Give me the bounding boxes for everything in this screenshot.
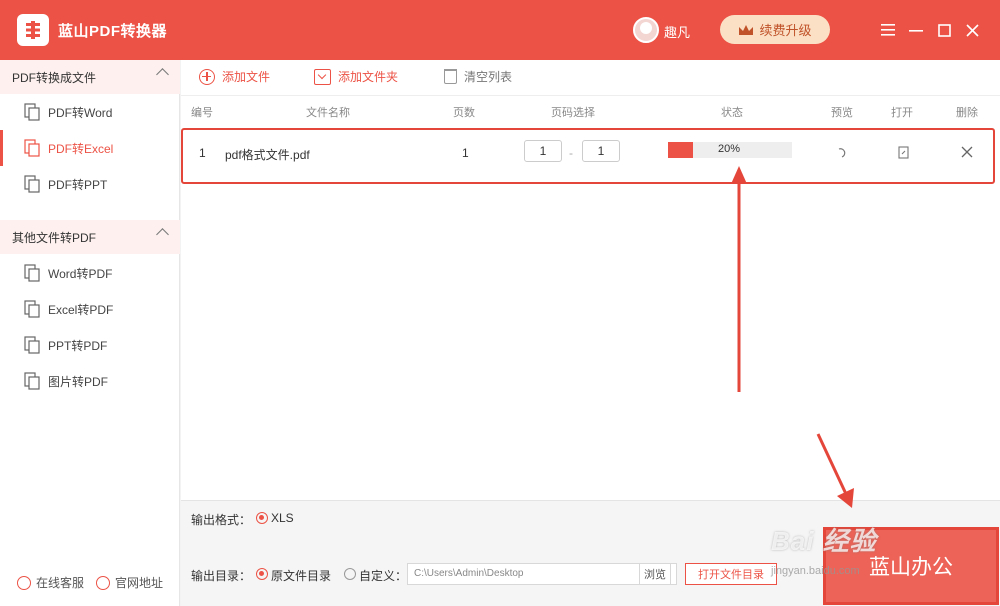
- dir-custom-radio[interactable]: [344, 568, 356, 580]
- username[interactable]: 趣凡: [664, 22, 690, 41]
- logo-icon: [26, 21, 40, 39]
- clear-list-button[interactable]: 清空列表: [444, 68, 512, 85]
- support-label: 在线客服: [36, 576, 85, 590]
- col-index: 编号: [191, 107, 213, 119]
- add-file-button[interactable]: 添加文件: [199, 68, 270, 85]
- output-path-input[interactable]: C:\Users\Admin\Desktop: [407, 563, 677, 585]
- sidebar-item-label: PDF转Excel: [48, 141, 114, 156]
- progress-text: 20%: [718, 143, 741, 155]
- watermark: Bai 经验: [771, 526, 877, 556]
- file-convert-icon: [24, 175, 40, 193]
- col-page-select: 页码选择: [551, 107, 595, 119]
- dir-original-radio[interactable]: [256, 568, 268, 580]
- file-convert-icon: [24, 336, 40, 354]
- maximize-icon[interactable]: [934, 20, 954, 40]
- row-pages: 1: [462, 146, 469, 160]
- file-convert-icon: [24, 103, 40, 121]
- vip-upgrade-button[interactable]: 续费升级: [720, 15, 830, 44]
- website-label: 官网地址: [115, 576, 164, 590]
- output-panel: 输出格式： XLS 输出目录： 原文件目录 自定义： C:\Users\Admi…: [181, 500, 1000, 606]
- col-status: 状态: [721, 107, 743, 119]
- trash-icon: [444, 69, 457, 84]
- sidebar-item-pdf-to-excel[interactable]: PDF转Excel: [0, 130, 180, 166]
- sidebar-item-label: PDF转Word: [48, 105, 113, 120]
- page-to-input[interactable]: 1: [582, 140, 620, 162]
- toolbar: 添加文件 添加文件夹 清空列表: [181, 60, 1000, 96]
- sidebar-item-image-to-pdf[interactable]: 图片转PDF: [0, 363, 180, 399]
- row-index: 1: [199, 146, 206, 160]
- col-pages: 页数: [453, 107, 475, 119]
- file-convert-icon: [24, 300, 40, 318]
- sidebar-item-label: 图片转PDF: [48, 374, 109, 389]
- crown-icon: [739, 24, 754, 35]
- sidebar-group-label: PDF转换成文件: [12, 70, 97, 85]
- delete-row-icon[interactable]: [961, 146, 973, 161]
- progress-bar: 20%: [668, 142, 792, 158]
- output-format-label: 输出格式：: [191, 513, 252, 527]
- add-folder-label: 添加文件夹: [338, 70, 399, 84]
- dir-original-label[interactable]: 原文件目录: [271, 567, 331, 584]
- add-file-label: 添加文件: [222, 70, 271, 84]
- sidebar-item-label: PDF转PPT: [48, 177, 108, 192]
- format-xls-radio[interactable]: [256, 512, 268, 524]
- sidebar-group-pdf-to-file[interactable]: PDF转换成文件: [0, 60, 180, 94]
- close-icon[interactable]: [962, 20, 982, 40]
- sidebar-item-ppt-to-pdf[interactable]: PPT转PDF: [0, 327, 180, 363]
- sidebar-item-pdf-to-ppt[interactable]: PDF转PPT: [0, 166, 180, 202]
- col-filename: 文件名称: [306, 107, 350, 119]
- preview-icon[interactable]: [837, 147, 847, 162]
- app-title: 蓝山PDF转换器: [58, 23, 168, 40]
- col-open: 打开: [891, 107, 913, 119]
- clear-list-label: 清空列表: [464, 70, 513, 84]
- app-logo: [17, 14, 49, 46]
- row-filename: pdf格式文件.pdf: [225, 148, 310, 162]
- sidebar-group-file-to-pdf[interactable]: 其他文件转PDF: [0, 220, 180, 254]
- chevron-up-icon: [156, 228, 169, 241]
- format-xls-label[interactable]: XLS: [271, 511, 294, 525]
- add-folder-button[interactable]: 添加文件夹: [314, 68, 398, 85]
- chevron-up-icon: [156, 68, 169, 81]
- output-dir-label: 输出目录：: [191, 569, 252, 583]
- sidebar: PDF转换成文件 PDF转Word PDF转Excel PDF转PPT 其他文件…: [0, 60, 180, 606]
- vip-upgrade-label: 续费升级: [759, 23, 812, 38]
- dir-custom-label[interactable]: 自定义：: [359, 567, 407, 584]
- col-delete: 删除: [956, 107, 978, 119]
- plus-circle-icon: [199, 68, 215, 85]
- title-bar: 蓝山PDF转换器 趣凡 续费升级: [0, 0, 1000, 60]
- sidebar-item-label: PPT转PDF: [48, 338, 108, 353]
- file-convert-icon: [24, 264, 40, 282]
- file-convert-icon: [24, 139, 40, 157]
- col-preview: 预览: [831, 107, 853, 119]
- browse-button[interactable]: 浏览: [639, 563, 671, 585]
- open-file-icon[interactable]: [898, 146, 909, 162]
- sidebar-group-label: 其他文件转PDF: [12, 230, 97, 245]
- page-range-separator: -: [569, 146, 573, 160]
- user-avatar[interactable]: [633, 17, 659, 43]
- sidebar-item-label: Word转PDF: [48, 266, 113, 281]
- headset-icon: [17, 575, 31, 590]
- sidebar-item-excel-to-pdf[interactable]: Excel转PDF: [0, 291, 180, 327]
- globe-icon: [96, 575, 110, 590]
- support-link[interactable]: 在线客服: [17, 574, 84, 591]
- minimize-icon[interactable]: [906, 20, 926, 40]
- sidebar-item-word-to-pdf[interactable]: Word转PDF: [0, 255, 180, 291]
- website-link[interactable]: 官网地址: [96, 574, 163, 591]
- sidebar-item-label: Excel转PDF: [48, 302, 114, 317]
- progress-fill: [668, 142, 693, 158]
- sidebar-item-pdf-to-word[interactable]: PDF转Word: [0, 94, 180, 130]
- folder-download-icon: [314, 68, 331, 85]
- file-convert-icon: [24, 372, 40, 390]
- table-header: 编号 文件名称 页数 页码选择 状态 预览 打开 删除: [181, 104, 1000, 124]
- open-dir-button[interactable]: 打开文件目录: [685, 563, 777, 585]
- page-from-input[interactable]: 1: [524, 140, 562, 162]
- menu-icon[interactable]: [878, 20, 898, 40]
- watermark-sub: jingyan.baidu.com: [771, 565, 860, 577]
- file-table: 编号 文件名称 页数 页码选择 状态 预览 打开 删除 1 pdf格式文件.pd…: [181, 96, 1000, 500]
- table-row[interactable]: 1 pdf格式文件.pdf 1 1 - 1 20%: [181, 128, 995, 184]
